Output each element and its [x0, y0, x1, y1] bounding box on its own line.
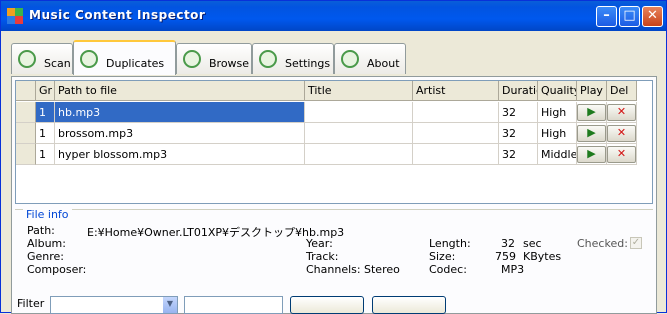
tab-browse-label: Browse: [209, 57, 250, 70]
play-circle-icon: [183, 50, 201, 68]
column-header-quality[interactable]: Quality: [538, 81, 577, 101]
tab-browse[interactable]: Browse: [176, 43, 252, 74]
cell-artist[interactable]: [413, 123, 499, 144]
cell-duration[interactable]: 32: [499, 123, 538, 144]
scan-icon: [18, 50, 36, 68]
cell-title[interactable]: [305, 123, 413, 144]
tab-settings-label: Settings: [285, 57, 331, 70]
table-row[interactable]: 1 hb.mp3 32 High ▶ ✕: [16, 102, 652, 123]
music-note-icon: [80, 50, 98, 68]
row-header-corner: [16, 81, 36, 101]
filter-text-input[interactable]: [184, 296, 283, 314]
tab-scan[interactable]: Scan: [11, 43, 73, 74]
size-label: Size:: [429, 250, 456, 263]
play-icon: ▶: [587, 147, 596, 160]
maximize-icon: □: [623, 8, 636, 23]
cell-path[interactable]: brossom.mp3: [55, 123, 305, 144]
close-button[interactable]: ✕: [642, 6, 663, 27]
size-value: 759: [495, 250, 516, 263]
row-header[interactable]: [16, 123, 36, 144]
window-title: Music Content Inspector: [29, 8, 206, 22]
cell-path[interactable]: hb.mp3: [55, 102, 305, 123]
cell-group[interactable]: 1: [36, 123, 55, 144]
cell-group[interactable]: 1: [36, 102, 55, 123]
codec-label: Codec:: [429, 263, 467, 276]
tab-duplicates[interactable]: Duplicates: [73, 40, 176, 75]
filter-combobox[interactable]: ▼: [50, 296, 178, 314]
play-button[interactable]: ▶: [577, 125, 606, 142]
table-row[interactable]: 1 hyper blossom.mp3 32 Middle ▶ ✕: [16, 144, 652, 165]
home-icon: [341, 50, 359, 68]
year-label: Year:: [306, 237, 333, 250]
track-label: Track:: [306, 250, 339, 263]
gear-icon: [259, 50, 277, 68]
filter-label: Filter: [17, 297, 45, 310]
codec-value: MP3: [501, 263, 525, 276]
apply-button[interactable]: [290, 296, 364, 314]
filter-bar: Filter ▼: [1, 294, 667, 314]
column-header-path[interactable]: Path to file: [55, 81, 305, 101]
cell-artist[interactable]: [413, 144, 499, 165]
delete-icon: ✕: [616, 147, 627, 160]
channels-value: Stereo: [364, 263, 400, 276]
delete-icon: ✕: [616, 126, 627, 139]
size-unit: KBytes: [523, 250, 562, 263]
tab-about-label: About: [367, 57, 400, 70]
play-icon: ▶: [587, 105, 596, 118]
cell-duration[interactable]: 32: [499, 102, 538, 123]
cell-quality[interactable]: Middle: [538, 144, 577, 165]
file-info-title: File info: [23, 208, 72, 221]
delete-button[interactable]: ✕: [607, 125, 636, 142]
length-value: 32: [501, 237, 515, 250]
column-header-title[interactable]: Title: [305, 81, 413, 101]
title-bar[interactable]: Music Content Inspector – □ ✕: [1, 1, 666, 31]
app-logo-icon: [7, 8, 23, 24]
cell-group[interactable]: 1: [36, 144, 55, 165]
channels-label: Channels:: [306, 263, 361, 276]
cell-quality[interactable]: High: [538, 102, 577, 123]
cell-artist[interactable]: [413, 102, 499, 123]
cell-title[interactable]: [305, 102, 413, 123]
duplicates-grid[interactable]: Gr Path to file Title Artist Duration Qu…: [15, 80, 653, 204]
minimize-icon: –: [603, 8, 610, 23]
close-icon: ✕: [647, 8, 658, 23]
maximize-button[interactable]: □: [619, 6, 640, 27]
duplicates-panel: Gr Path to file Title Artist Duration Qu…: [11, 76, 657, 314]
chevron-down-icon[interactable]: ▼: [163, 297, 177, 313]
delete-button[interactable]: ✕: [607, 104, 636, 121]
column-header-del[interactable]: Del: [607, 81, 637, 101]
genre-label: Genre:: [27, 250, 65, 263]
cell-duration[interactable]: 32: [499, 144, 538, 165]
tab-settings[interactable]: Settings: [252, 43, 334, 74]
minimize-button[interactable]: –: [596, 6, 617, 27]
grid-header: Gr Path to file Title Artist Duration Qu…: [16, 81, 652, 102]
checked-label: Checked:: [577, 237, 628, 250]
tab-duplicates-label: Duplicates: [106, 57, 165, 70]
composer-label: Composer:: [27, 263, 87, 276]
delete-button[interactable]: ✕: [607, 146, 636, 163]
length-unit: sec: [523, 237, 542, 250]
main-window: Music Content Inspector – □ ✕ Scan Dupli…: [0, 0, 667, 314]
path-label: Path:: [27, 224, 55, 237]
tab-about[interactable]: About: [334, 43, 406, 74]
table-row[interactable]: 1 brossom.mp3 32 High ▶ ✕: [16, 123, 652, 144]
cell-title[interactable]: [305, 144, 413, 165]
column-header-duration[interactable]: Duration: [499, 81, 538, 101]
album-label: Album:: [27, 237, 66, 250]
play-button[interactable]: ▶: [577, 104, 606, 121]
play-button[interactable]: ▶: [577, 146, 606, 163]
reset-button[interactable]: [372, 296, 446, 314]
play-icon: ▶: [587, 126, 596, 139]
delete-icon: ✕: [616, 105, 627, 118]
row-header[interactable]: [16, 102, 36, 123]
cell-path[interactable]: hyper blossom.mp3: [55, 144, 305, 165]
tab-scan-label: Scan: [44, 57, 71, 70]
column-header-group[interactable]: Gr: [36, 81, 55, 101]
column-header-play[interactable]: Play: [577, 81, 607, 101]
cell-quality[interactable]: High: [538, 123, 577, 144]
column-header-artist[interactable]: Artist: [413, 81, 499, 101]
checked-checkbox[interactable]: ✓: [630, 237, 642, 249]
length-label: Length:: [429, 237, 471, 250]
row-header[interactable]: [16, 144, 36, 165]
